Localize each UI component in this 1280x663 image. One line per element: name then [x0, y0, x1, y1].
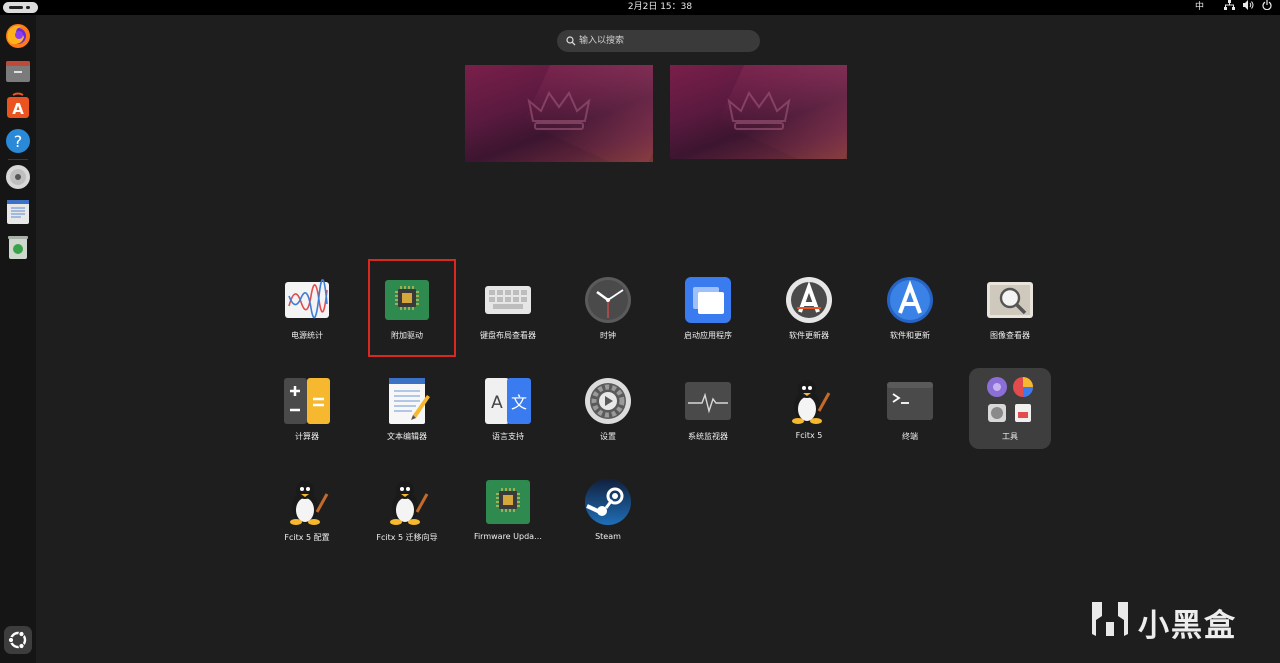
- folder-label: 工具: [1002, 432, 1018, 441]
- app-label: 电源统计: [291, 331, 323, 340]
- software-sources-icon: [887, 277, 933, 323]
- clock-icon: [585, 277, 631, 323]
- app-language-support[interactable]: A文 语言支持: [458, 359, 558, 447]
- app-label: 计算器: [295, 432, 319, 441]
- app-label: Fcitx 5 配置: [284, 533, 330, 542]
- app-folder-tools[interactable]: 工具: [969, 368, 1051, 449]
- app-software-sources[interactable]: 软件和更新: [860, 258, 960, 346]
- calculator-icon: [284, 378, 330, 424]
- activities-button[interactable]: [3, 2, 38, 13]
- svg-text:A: A: [12, 100, 24, 118]
- app-label: 文本编辑器: [387, 432, 427, 441]
- color-picker-icon: [987, 377, 1007, 397]
- text-editor-icon: [389, 378, 430, 424]
- app-label: 图像查看器: [990, 331, 1030, 340]
- language-support-icon: A文: [485, 378, 531, 424]
- app-terminal[interactable]: 终端: [860, 359, 960, 447]
- volume-icon[interactable]: [1243, 0, 1254, 16]
- firefox-icon[interactable]: [4, 22, 32, 50]
- show-apps-button[interactable]: [4, 626, 32, 654]
- crown-wallpaper-icon: [527, 90, 591, 130]
- top-bar: 2月2日 15：38 中: [0, 0, 1280, 15]
- app-software-updater[interactable]: 软件更新器: [759, 258, 859, 346]
- app-steam[interactable]: Steam: [558, 460, 658, 548]
- app-label: 软件和更新: [890, 331, 930, 340]
- app-clock[interactable]: 时钟: [558, 258, 658, 346]
- document-scanner-icon: [1015, 404, 1031, 422]
- highlight-box: [368, 259, 456, 357]
- app-settings[interactable]: 设置: [558, 359, 658, 447]
- ubuntu-icon: [7, 630, 27, 650]
- tux-icon: [390, 481, 429, 525]
- svg-text:?: ?: [14, 132, 23, 151]
- clock-datetime[interactable]: 2月2日 15：38: [600, 1, 720, 14]
- app-firmware-updater[interactable]: Firmware Upda…: [458, 460, 558, 548]
- app-label: 启动应用程序: [684, 331, 732, 340]
- app-power-statistics[interactable]: 电源统计: [257, 258, 357, 346]
- firmware-updater-icon: [486, 480, 530, 524]
- dock: A ?: [0, 15, 36, 663]
- tux-icon: [792, 380, 831, 424]
- disc-icon[interactable]: [4, 163, 32, 191]
- watermark-text: 小黑盒: [1138, 608, 1237, 644]
- power-statistics-icon: [285, 279, 329, 319]
- disk-usage-icon: [1013, 377, 1033, 397]
- workspace-thumbnail-1[interactable]: [465, 65, 653, 162]
- app-fcitx5[interactable]: Fcitx 5: [759, 359, 859, 447]
- trash-icon[interactable]: [4, 233, 32, 261]
- files-icon[interactable]: [4, 57, 32, 85]
- search-icon: [566, 36, 576, 46]
- network-icon[interactable]: [1224, 0, 1235, 16]
- steam-icon: [585, 479, 631, 525]
- keyboard-layout-icon: [485, 286, 531, 314]
- svg-text:A: A: [491, 393, 503, 413]
- app-label: 软件更新器: [789, 331, 829, 340]
- app-label: Firmware Upda…: [473, 532, 543, 541]
- startup-apps-icon: [685, 277, 731, 323]
- app-fcitx5-config[interactable]: Fcitx 5 配置: [257, 460, 357, 548]
- dock-separator: [8, 159, 28, 160]
- app-startup-applications[interactable]: 启动应用程序: [658, 258, 758, 346]
- text-editor-icon[interactable]: [4, 198, 32, 226]
- app-system-monitor[interactable]: 系统监视器: [658, 359, 758, 447]
- power-icon[interactable]: [1262, 0, 1272, 16]
- app-label: 时钟: [600, 331, 616, 340]
- settings-icon: [585, 378, 631, 424]
- search-bar[interactable]: [557, 30, 760, 52]
- input-method-indicator[interactable]: 中: [1195, 0, 1204, 15]
- search-input[interactable]: [579, 33, 749, 49]
- watermark: 小黑盒: [1088, 596, 1248, 646]
- app-label: 键盘布局查看器: [480, 331, 536, 340]
- tux-icon: [290, 481, 329, 525]
- svg-text:文: 文: [511, 393, 527, 412]
- app-label: 终端: [902, 432, 918, 441]
- system-monitor-icon: [685, 382, 731, 420]
- system-tray[interactable]: 中: [1195, 0, 1272, 15]
- app-label: Fcitx 5: [795, 431, 823, 440]
- help-icon[interactable]: ?: [4, 127, 32, 155]
- xiaoheihe-logo-icon: [1092, 602, 1128, 636]
- app-calculator[interactable]: 计算器: [257, 359, 357, 447]
- app-keyboard-layout[interactable]: 键盘布局查看器: [458, 258, 558, 346]
- software-updater-icon: [786, 277, 832, 323]
- app-center-icon[interactable]: A: [4, 92, 32, 120]
- app-label: 系统监视器: [688, 432, 728, 441]
- app-label: 设置: [600, 432, 616, 441]
- app-fcitx5-migrator[interactable]: Fcitx 5 迁移向导: [357, 460, 457, 548]
- app-label: Fcitx 5 迁移向导: [376, 533, 438, 542]
- crown-wallpaper-icon: [726, 90, 791, 130]
- app-label: 语言支持: [492, 432, 524, 441]
- image-viewer-icon: [987, 282, 1033, 318]
- terminal-icon: [887, 382, 933, 420]
- app-text-editor[interactable]: 文本编辑器: [357, 359, 457, 447]
- disks-icon: [988, 404, 1006, 422]
- app-image-viewer[interactable]: 图像查看器: [960, 258, 1060, 346]
- app-label: Steam: [595, 532, 621, 541]
- workspace-thumbnail-2[interactable]: [670, 65, 847, 159]
